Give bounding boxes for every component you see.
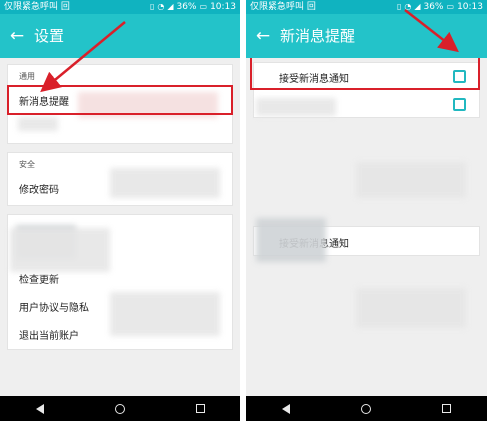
nav-home-button[interactable] — [105, 396, 135, 421]
blur-patch — [356, 162, 466, 198]
blur-patch — [110, 168, 220, 198]
home-circle-icon — [115, 403, 125, 414]
section-label-security: 安全 — [19, 160, 35, 169]
nav-back-button[interactable] — [271, 396, 301, 421]
signal-icon: ◢ — [167, 2, 174, 11]
nav-home-button[interactable] — [351, 396, 381, 421]
page-title: 设置 — [34, 27, 65, 45]
blur-patch — [78, 92, 218, 118]
app-bar: ← 新消息提醒 — [246, 14, 487, 58]
row-label: 修改密码 — [19, 184, 59, 196]
navigation-bar — [246, 396, 487, 421]
wifi-icon: ◔ — [157, 2, 165, 11]
settings-list: 通用 新消息提醒 安全 修改密码 检查更新 用户协议与隐私 退出当前账户 — [0, 58, 240, 396]
blur-patch — [256, 218, 326, 262]
blur-patch — [256, 98, 336, 116]
page-title: 新消息提醒 — [280, 27, 356, 45]
phone-settings-screen: 仅限紧急呼叫 回 ▯ ◔ ◢ 36% ▭ 10:13 ← 设置 通用 新消息提醒 — [0, 0, 240, 421]
wifi-icon: ◔ — [404, 2, 412, 11]
back-triangle-icon — [282, 403, 291, 414]
blur-patch — [110, 292, 220, 336]
carrier-text: 仅限紧急呼叫 回 — [4, 2, 70, 12]
section-label-general: 通用 — [19, 72, 35, 81]
time-text: 10:13 — [210, 2, 236, 12]
nav-recent-button[interactable] — [185, 396, 215, 421]
time-text: 10:13 — [457, 2, 483, 12]
screenshot-root: 仅限紧急呼叫 回 ▯ ◔ ◢ 36% ▭ 10:13 ← 设置 通用 新消息提醒 — [0, 0, 487, 421]
status-bar: 仅限紧急呼叫 回 ▯ ◔ ◢ 36% ▭ 10:13 — [0, 0, 240, 14]
blurred-row — [18, 117, 58, 131]
vibrate-icon: ▯ — [149, 2, 155, 11]
back-arrow-icon[interactable]: ← — [246, 14, 280, 58]
row-label: 新消息提醒 — [19, 96, 69, 108]
blur-patch — [356, 288, 466, 328]
row-label: 接受新消息通知 — [279, 73, 349, 85]
notification-checkbox-2[interactable] — [453, 98, 466, 111]
nav-back-button[interactable] — [25, 396, 55, 421]
recent-square-icon — [195, 404, 205, 413]
receive-notification-checkbox[interactable] — [453, 70, 466, 83]
navigation-bar — [0, 396, 240, 421]
receive-notification-row[interactable]: 接受新消息通知 — [254, 63, 479, 91]
recent-square-icon — [442, 404, 452, 413]
status-bar: 仅限紧急呼叫 回 ▯ ◔ ◢ 36% ▭ 10:13 — [246, 0, 487, 14]
carrier-text: 仅限紧急呼叫 回 — [250, 2, 316, 12]
battery-text: 36% — [423, 2, 444, 12]
back-arrow-icon[interactable]: ← — [0, 14, 34, 58]
row-label: 退出当前账户 — [19, 330, 79, 342]
nav-recent-button[interactable] — [432, 396, 462, 421]
battery-icon: ▭ — [446, 2, 455, 11]
battery-text: 36% — [176, 2, 197, 12]
app-bar: ← 设置 — [0, 14, 240, 58]
phone-notification-screen: 仅限紧急呼叫 回 ▯ ◔ ◢ 36% ▭ 10:13 ← 新消息提醒 接受新消息… — [246, 0, 487, 421]
row-label: 检查更新 — [19, 274, 59, 286]
home-circle-icon — [361, 403, 372, 414]
battery-icon: ▭ — [199, 2, 208, 11]
signal-icon: ◢ — [414, 2, 421, 11]
vibrate-icon: ▯ — [396, 2, 402, 11]
notification-settings-list: 接受新消息通知 接受新消息通知 — [246, 58, 487, 396]
back-triangle-icon — [36, 403, 44, 414]
row-label: 用户协议与隐私 — [19, 302, 89, 314]
blur-patch — [10, 228, 110, 272]
